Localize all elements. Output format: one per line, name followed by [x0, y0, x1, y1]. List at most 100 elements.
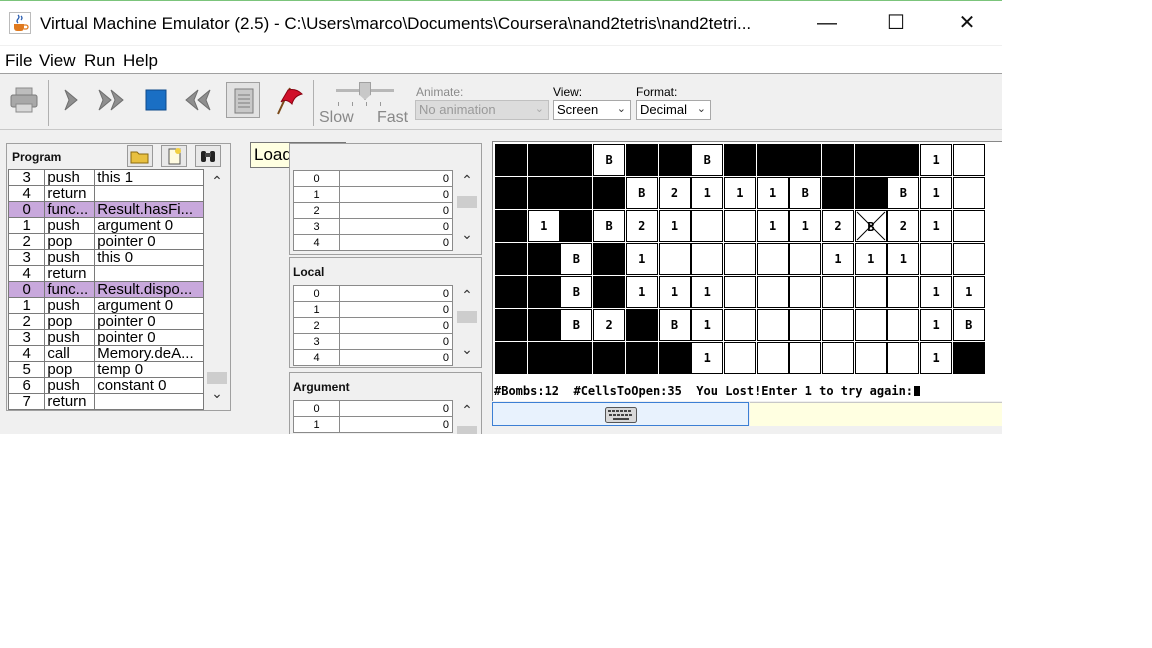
segment-row[interactable]: 10 — [293, 186, 453, 203]
breakpoints-button[interactable] — [270, 82, 304, 118]
local-scroll-thumb[interactable] — [457, 311, 477, 323]
segment-value: 0 — [339, 234, 453, 251]
new-file-button[interactable] — [161, 145, 187, 167]
row-command: push — [44, 217, 96, 234]
argument-scroll-thumb[interactable] — [457, 426, 477, 434]
argument-scrollbar[interactable]: ⌃ — [455, 400, 479, 434]
load-program-button[interactable] — [7, 82, 41, 118]
scroll-down-icon[interactable]: ⌄ — [457, 341, 477, 358]
board-cell: 1 — [691, 276, 724, 308]
row-argument: pointer 0 — [94, 233, 204, 250]
row-line-number: 2 — [7, 313, 46, 330]
program-row[interactable]: 6 push constant 0 — [7, 377, 204, 394]
segment-row[interactable]: 00 — [293, 400, 453, 417]
segment-row[interactable]: 30 — [293, 218, 453, 235]
segment-row[interactable]: 20 — [293, 202, 453, 219]
segment-row[interactable]: 20 — [293, 317, 453, 334]
segment-index: 0 — [293, 285, 340, 302]
row-argument: constant 0 — [94, 377, 204, 394]
stop-square-icon — [145, 89, 167, 111]
row-argument: pointer 0 — [94, 329, 204, 346]
program-row[interactable]: 1 push argument 0 — [7, 297, 204, 314]
title-bar: Virtual Machine Emulator (2.5) - C:\User… — [0, 1, 1002, 45]
view-select[interactable]: Screen ⌄ — [553, 100, 631, 120]
program-scrollbar[interactable]: ⌃ ⌄ — [205, 169, 229, 409]
fast-forward-button[interactable] — [95, 82, 129, 118]
program-row[interactable]: 2 pop pointer 0 — [7, 233, 204, 250]
format-select[interactable]: Decimal ⌄ — [636, 100, 711, 120]
scroll-up-icon[interactable]: ⌃ — [457, 287, 477, 304]
binoculars-icon — [201, 151, 215, 162]
board-cell — [495, 210, 527, 242]
local-scrollbar[interactable]: ⌃ ⌄ — [455, 285, 479, 363]
row-command: pop — [44, 313, 96, 330]
scroll-down-icon[interactable]: ⌄ — [207, 385, 227, 402]
stack-scrollbar[interactable]: ⌃ ⌄ — [455, 170, 479, 248]
board-cell — [625, 309, 658, 341]
segment-row[interactable]: 00 — [293, 170, 453, 187]
segment-row[interactable]: 10 — [293, 416, 453, 433]
scroll-down-icon[interactable]: ⌄ — [457, 226, 477, 243]
search-button[interactable] — [195, 145, 221, 167]
board-cell — [756, 243, 789, 275]
segment-row[interactable]: 10 — [293, 301, 453, 318]
rewind-button[interactable] — [180, 82, 214, 118]
local-table: 0010203040 — [293, 285, 453, 366]
board-cell: B — [560, 276, 593, 308]
close-button[interactable]: ✕ — [952, 9, 982, 37]
minimize-button[interactable]: — — [812, 9, 842, 37]
segment-value: 0 — [339, 333, 453, 350]
program-row[interactable]: 4 return — [7, 265, 204, 282]
scroll-up-icon[interactable]: ⌃ — [457, 172, 477, 189]
board-cell: 2 — [822, 210, 854, 242]
keyboard-input-area[interactable] — [492, 402, 749, 426]
program-row[interactable]: 7 return — [7, 393, 204, 410]
row-argument: temp 0 — [94, 361, 204, 378]
segment-row[interactable]: 40 — [293, 349, 453, 366]
row-argument: pointer 0 — [94, 313, 204, 330]
board-cell — [920, 243, 953, 275]
rewind-icon — [185, 89, 211, 111]
menu-help[interactable]: Help — [123, 51, 158, 71]
board-cell — [495, 276, 527, 308]
open-program-button[interactable] — [127, 145, 153, 167]
board-cell — [723, 342, 756, 374]
program-row[interactable]: 0 func... Result.dispo... — [7, 281, 204, 298]
animate-select[interactable]: No animation ⌄ — [415, 100, 549, 120]
board-cell: 2 — [625, 210, 658, 242]
stop-button[interactable] — [139, 82, 173, 118]
load-script-button[interactable] — [226, 82, 260, 118]
menu-run[interactable]: Run — [84, 51, 115, 71]
speed-slider-ticks — [338, 102, 394, 106]
program-row[interactable]: 0 func... Result.hasFi... — [7, 201, 204, 218]
screen-status-line: #Bombs:12 #CellsToOpen:35 You Lost!Enter… — [494, 384, 921, 398]
menu-view[interactable]: View — [39, 51, 76, 71]
maximize-button[interactable]: ☐ — [881, 9, 911, 37]
program-row[interactable]: 5 pop temp 0 — [7, 361, 204, 378]
scroll-up-icon[interactable]: ⌃ — [207, 173, 227, 190]
speed-slider-thumb[interactable] — [359, 82, 371, 100]
program-row[interactable]: 1 push argument 0 — [7, 217, 204, 234]
segment-row[interactable]: 30 — [293, 333, 453, 350]
stack-scroll-thumb[interactable] — [457, 196, 477, 208]
row-argument — [94, 265, 204, 282]
program-row[interactable]: 4 return — [7, 185, 204, 202]
segment-row[interactable]: 00 — [293, 285, 453, 302]
segment-row[interactable]: 40 — [293, 234, 453, 251]
keyboard-status-area — [750, 402, 1002, 426]
scroll-up-icon[interactable]: ⌃ — [457, 402, 477, 419]
board-cell — [854, 342, 887, 374]
program-row[interactable]: 4 call Memory.deA... — [7, 345, 204, 362]
program-row[interactable]: 3 push this 1 — [7, 169, 204, 186]
program-scroll-thumb[interactable] — [207, 372, 227, 384]
board-cell — [952, 243, 985, 275]
board-cell — [593, 177, 626, 209]
row-command: pop — [44, 233, 96, 250]
menu-file[interactable]: File — [5, 51, 32, 71]
board-cell — [756, 144, 789, 176]
program-row[interactable]: 3 push this 0 — [7, 249, 204, 266]
program-row[interactable]: 2 pop pointer 0 — [7, 313, 204, 330]
single-step-button[interactable] — [55, 82, 89, 118]
program-row[interactable]: 3 push pointer 0 — [7, 329, 204, 346]
board-cell — [527, 309, 560, 341]
